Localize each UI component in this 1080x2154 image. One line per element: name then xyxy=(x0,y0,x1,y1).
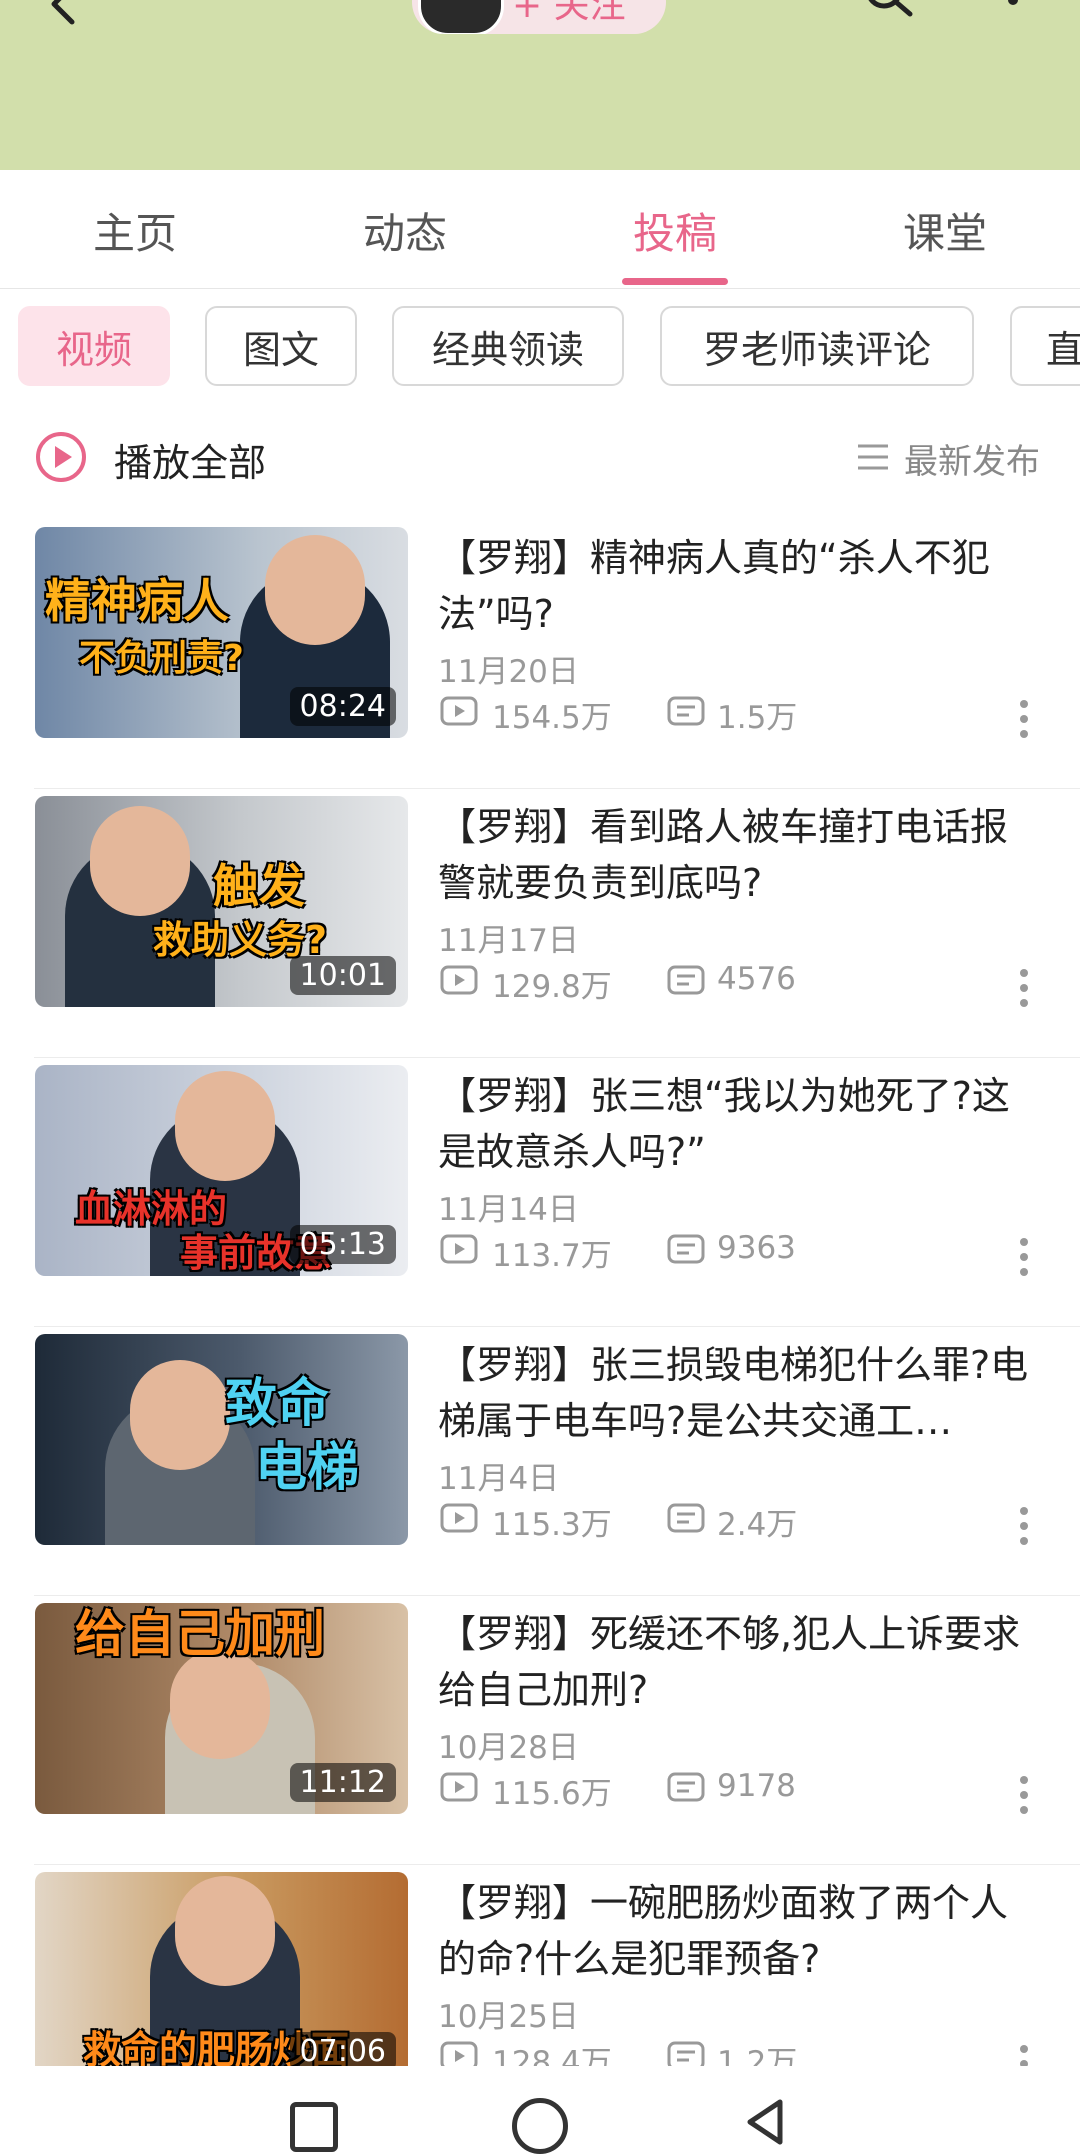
home-icon[interactable] xyxy=(512,2098,568,2154)
video-title[interactable]: 【罗翔】一碗肥肠炒面救了两个人的命?什么是犯罪预备? xyxy=(438,1875,1038,1987)
video-item[interactable]: 触发 救助义务? 10:01 【罗翔】看到路人被车撞打电话报警就要负责到底吗? … xyxy=(0,789,1080,1058)
danmaku-icon xyxy=(667,965,705,995)
video-title[interactable]: 【罗翔】张三想“我以为她死了?这是故意杀人吗?” xyxy=(438,1068,1038,1180)
follow-button[interactable]: + 关注 xyxy=(412,0,666,34)
chip-teacher-comments[interactable]: 罗老师读评论 xyxy=(660,306,974,386)
chip-video[interactable]: 视频 xyxy=(18,306,170,386)
video-title[interactable]: 【罗翔】张三损毁电梯犯什么罪?电梯属于电车吗?是公共交通工… xyxy=(438,1337,1038,1449)
play-count: 129.8万 xyxy=(492,969,612,1005)
play-count: 115.3万 xyxy=(492,1507,612,1543)
thumbnail-face xyxy=(175,1876,275,1986)
video-duration: 08:24 xyxy=(289,687,396,726)
video-duration: 05:13 xyxy=(289,1225,396,1264)
system-navigation-bar xyxy=(0,2066,1080,2154)
video-item[interactable]: 给自己加刑 11:12 【罗翔】死缓还不够,犯人上诉要求给自己加刑? 10月28… xyxy=(0,1596,1080,1865)
play-count-icon xyxy=(440,1503,478,1533)
video-thumbnail[interactable]: 触发 救助义务? 10:01 xyxy=(35,796,408,1007)
play-count: 154.5万 xyxy=(492,700,612,736)
video-thumbnail[interactable]: 救命的肥肠炒面 07:06 xyxy=(35,1872,408,2083)
active-tab-indicator xyxy=(622,278,728,285)
more-options-icon[interactable] xyxy=(1016,1774,1032,1816)
back-arrow-icon[interactable] xyxy=(40,0,90,30)
video-date: 11月4日 xyxy=(438,1461,560,1497)
tab-submissions[interactable]: 投稿 xyxy=(575,200,775,261)
profile-header: + 关注 xyxy=(0,0,1080,170)
play-count-icon xyxy=(440,696,478,726)
danmaku-count: 9178 xyxy=(717,1768,796,1804)
play-all-row: 播放全部 最新发布 xyxy=(0,420,1080,500)
video-item[interactable]: 致命 电梯 【罗翔】张三损毁电梯犯什么罪?电梯属于电车吗?是公共交通工… 11月… xyxy=(0,1327,1080,1596)
tab-classroom[interactable]: 课堂 xyxy=(845,200,1045,261)
video-thumbnail[interactable]: 致命 电梯 xyxy=(35,1334,408,1545)
danmaku-count: 9363 xyxy=(717,1230,796,1266)
video-title[interactable]: 【罗翔】看到路人被车撞打电话报警就要负责到底吗? xyxy=(438,799,1038,911)
video-date: 10月28日 xyxy=(438,1730,579,1766)
thumbnail-caption: 精神病人 xyxy=(45,574,229,628)
danmaku-icon xyxy=(667,1772,705,1802)
video-duration: 11:12 xyxy=(289,1763,396,1802)
video-title[interactable]: 【罗翔】精神病人真的“杀人不犯法”吗? xyxy=(438,530,1038,642)
video-thumbnail[interactable]: 给自己加刑 11:12 xyxy=(35,1603,408,1814)
danmaku-icon xyxy=(667,696,705,726)
video-duration: 10:01 xyxy=(289,956,396,995)
more-options-icon[interactable] xyxy=(1016,1236,1032,1278)
danmaku-icon xyxy=(667,1234,705,1264)
play-count-icon xyxy=(440,1234,478,1264)
video-thumbnail[interactable]: 精神病人 不负刑责? 08:24 xyxy=(35,527,408,738)
thumbnail-caption: 不负刑责? xyxy=(79,638,244,679)
sort-icon[interactable] xyxy=(856,442,890,472)
danmaku-icon xyxy=(667,1503,705,1533)
video-date: 10月25日 xyxy=(438,1999,579,2035)
tab-home[interactable]: 主页 xyxy=(35,200,235,261)
video-title[interactable]: 【罗翔】死缓还不够,犯人上诉要求给自己加刑? xyxy=(438,1606,1038,1718)
play-count: 113.7万 xyxy=(492,1238,612,1274)
avatar xyxy=(418,0,504,34)
thumbnail-caption: 触发 xyxy=(213,859,305,913)
search-icon[interactable] xyxy=(858,0,918,28)
video-thumbnail[interactable]: 血淋淋的 事前故意 05:13 xyxy=(35,1065,408,1276)
video-item[interactable]: 血淋淋的 事前故意 05:13 【罗翔】张三想“我以为她死了?这是故意杀人吗?”… xyxy=(0,1058,1080,1327)
video-item[interactable]: 精神病人 不负刑责? 08:24 【罗翔】精神病人真的“杀人不犯法”吗? 11月… xyxy=(0,520,1080,789)
play-all-icon[interactable] xyxy=(34,430,88,484)
thumbnail-face xyxy=(265,535,365,645)
thumbnail-face xyxy=(170,1649,270,1759)
follow-label: + 关注 xyxy=(512,0,626,26)
play-all-button[interactable]: 播放全部 xyxy=(114,432,266,487)
more-options-icon[interactable] xyxy=(1016,967,1032,1009)
play-count: 115.6万 xyxy=(492,1776,612,1812)
profile-tabs: 主页 动态 投稿 课堂 xyxy=(0,170,1080,289)
play-count-icon xyxy=(440,1772,478,1802)
video-date: 11月20日 xyxy=(438,654,579,690)
play-count-icon xyxy=(440,965,478,995)
more-options-icon[interactable] xyxy=(1003,0,1023,20)
thumbnail-face xyxy=(130,1360,230,1470)
thumbnail-face xyxy=(175,1071,275,1181)
chip-live[interactable]: 直 xyxy=(1010,306,1080,386)
video-date: 11月14日 xyxy=(438,1192,579,1228)
video-date: 11月17日 xyxy=(438,923,579,959)
sort-label[interactable]: 最新发布 xyxy=(904,434,1040,483)
more-options-icon[interactable] xyxy=(1016,698,1032,740)
system-back-icon[interactable] xyxy=(740,2096,790,2146)
more-options-icon[interactable] xyxy=(1016,1505,1032,1547)
danmaku-count: 1.5万 xyxy=(717,700,798,736)
chip-classic-reading[interactable]: 经典领读 xyxy=(392,306,624,386)
thumbnail-face xyxy=(90,806,190,916)
thumbnail-caption: 电梯 xyxy=(255,1438,360,1498)
recent-apps-icon[interactable] xyxy=(290,2102,338,2152)
thumbnail-caption: 给自己加刑 xyxy=(75,1605,325,1663)
danmaku-count: 2.4万 xyxy=(717,1507,798,1543)
filter-chips: 视频 图文 经典领读 罗老师读评论 直 xyxy=(0,306,1080,390)
danmaku-count: 4576 xyxy=(717,961,796,997)
tab-dynamics[interactable]: 动态 xyxy=(305,200,505,261)
chip-image-text[interactable]: 图文 xyxy=(205,306,357,386)
thumbnail-caption: 致命 xyxy=(225,1374,330,1434)
